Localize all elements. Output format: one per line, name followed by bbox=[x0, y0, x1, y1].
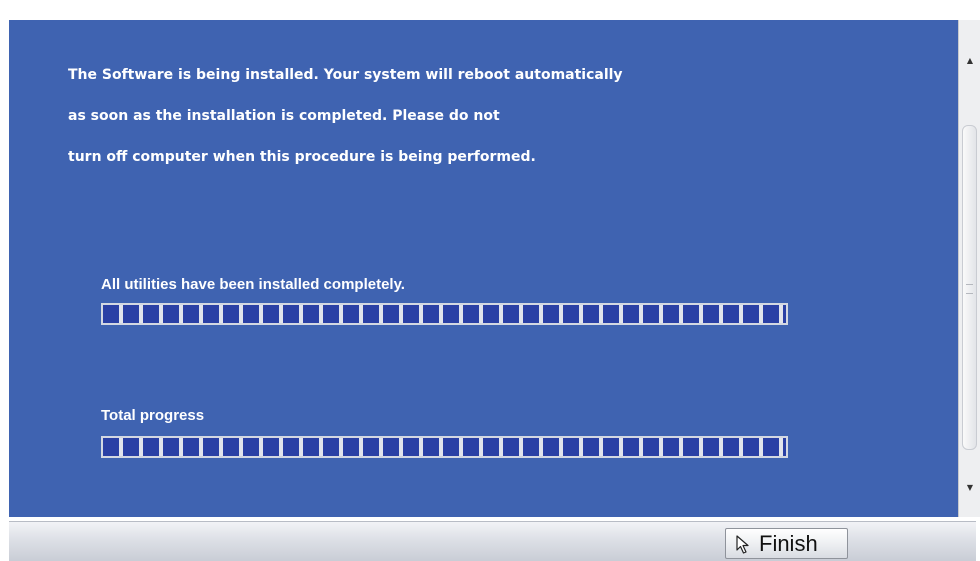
install-message-line: turn off computer when this procedure is… bbox=[68, 149, 536, 165]
install-message-line: as soon as the installation is completed… bbox=[68, 108, 500, 124]
scroll-up-arrow-icon[interactable]: ▲ bbox=[959, 50, 980, 72]
utilities-progress-fill bbox=[103, 305, 786, 323]
finish-button[interactable]: Finish bbox=[725, 528, 848, 559]
total-progress-bar bbox=[101, 436, 788, 458]
finish-button-label: Finish bbox=[759, 531, 818, 556]
total-progress-label: Total progress bbox=[101, 407, 205, 424]
scroll-thumb-grip bbox=[966, 284, 973, 294]
vertical-scrollbar[interactable]: ▲ ▼ bbox=[958, 20, 980, 517]
installer-panel: The Software is being installed. Your sy… bbox=[9, 20, 958, 517]
total-progress-fill bbox=[103, 438, 786, 456]
scroll-thumb[interactable] bbox=[962, 125, 977, 450]
utilities-progress-bar bbox=[101, 303, 788, 325]
install-message: The Software is being installed. Your sy… bbox=[68, 64, 623, 187]
install-message-line: The Software is being installed. Your sy… bbox=[68, 67, 623, 83]
arrow-cursor-icon bbox=[736, 535, 749, 554]
scroll-down-arrow-icon[interactable]: ▼ bbox=[959, 477, 980, 499]
utilities-progress-label: All utilities have been installed comple… bbox=[101, 276, 405, 293]
